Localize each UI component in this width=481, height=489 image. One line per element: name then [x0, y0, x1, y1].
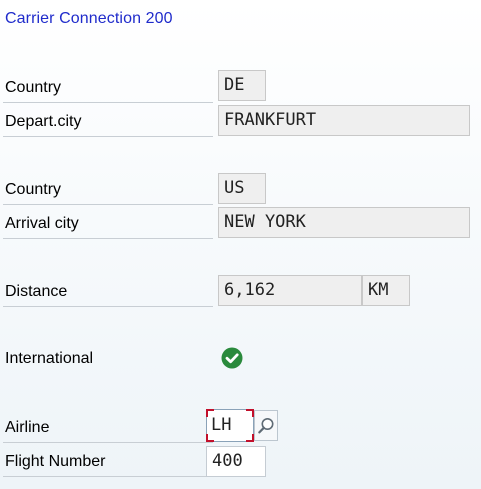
departure-city-field: FRANKFURT — [218, 105, 470, 136]
arrival-city-label: Arrival city — [3, 209, 213, 239]
departure-country-field: DE — [218, 70, 266, 101]
departure-city-label: Depart.city — [3, 107, 213, 137]
focus-corner-top-left — [206, 409, 214, 417]
flight-number-label: Flight Number — [3, 447, 213, 477]
distance-unit-field: KM — [362, 275, 410, 306]
distance-value-field: 6,162 — [218, 275, 362, 306]
flight-number-input[interactable]: 400 — [206, 446, 266, 477]
arrival-country-label: Country — [3, 175, 213, 205]
departure-country-label: Country — [3, 73, 213, 103]
airline-input-value: LH — [211, 415, 232, 435]
arrival-country-field: US — [218, 173, 266, 204]
focus-corner-bottom-left — [206, 434, 214, 442]
distance-label: Distance — [3, 277, 213, 307]
check-circle-icon[interactable] — [221, 347, 243, 369]
focus-corner-bottom-right — [246, 434, 254, 442]
airline-label: Airline — [3, 413, 213, 443]
international-label: International — [5, 350, 94, 367]
focus-corner-top-right — [246, 409, 254, 417]
arrival-city-field: NEW YORK — [218, 207, 470, 238]
airline-input[interactable]: LH — [206, 409, 254, 442]
search-help-icon — [258, 418, 274, 434]
value-help-button[interactable] — [254, 410, 278, 441]
page-title: Carrier Connection 200 — [5, 10, 173, 27]
